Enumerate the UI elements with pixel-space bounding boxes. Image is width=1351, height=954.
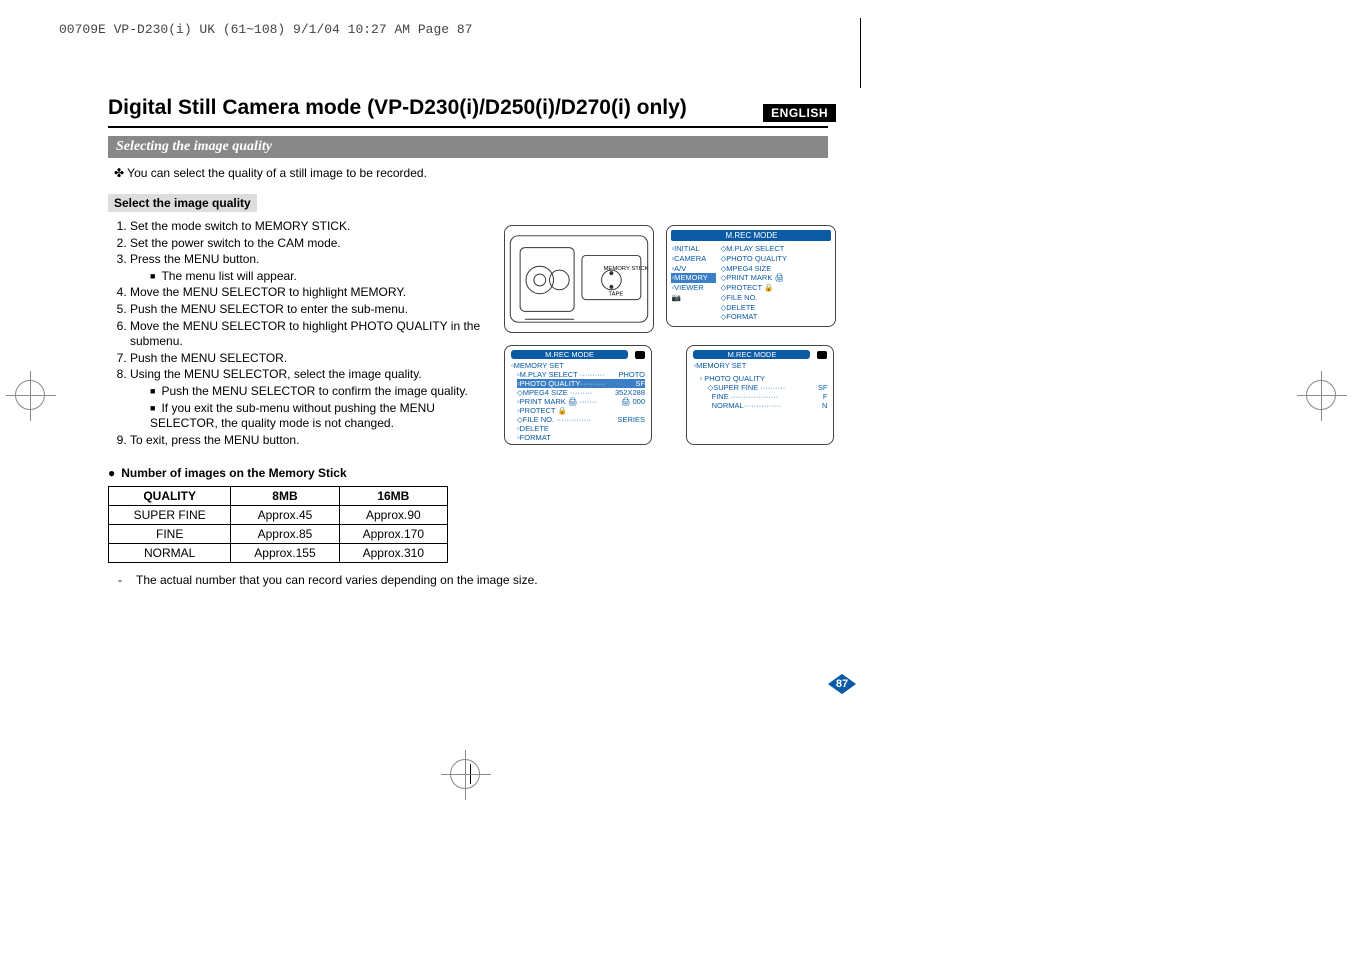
osd2-row4: ▫PRINT MARK 🖨 ·······🖨 000 — [517, 397, 645, 406]
osd1-right-7: ◇DELETE — [720, 303, 787, 313]
sub-heading: Select the image quality — [108, 194, 257, 212]
registration-mark-bottom — [440, 749, 490, 799]
quality-table: QUALITY 8MB 16MB SUPER FINE Approx.45 Ap… — [108, 486, 448, 563]
osd1-left-5: ▫VIEWER — [671, 283, 716, 293]
cell-r2c2: Approx.85 — [231, 525, 339, 544]
cell-r3c2: Approx.155 — [231, 544, 339, 563]
table-caption: Number of images on the Memory Stick — [108, 466, 858, 480]
footnote: The actual number that you can record va… — [118, 573, 858, 587]
cell-r1c2: Approx.45 — [231, 506, 339, 525]
cell-r2c3: Approx.170 — [339, 525, 447, 544]
step-8-text: Using the MENU SELECTOR, select the imag… — [130, 367, 422, 381]
osd2-row2-highlight: ▫PHOTO QUALITY··········SF — [517, 379, 645, 388]
osd1-right-6: ◇FILE NO. — [720, 293, 787, 303]
osd2-row5: ▫PROTECT 🔒 — [517, 406, 645, 415]
card-icon-2 — [817, 351, 827, 359]
registration-mark-left — [5, 370, 55, 420]
th-8mb: 8MB — [231, 487, 339, 506]
step-3-text: Press the MENU button. — [130, 252, 259, 266]
osd1-title: M.REC MODE — [671, 230, 831, 241]
card-icon — [635, 351, 645, 359]
cell-r2c1: FINE — [109, 525, 231, 544]
osd1-left-4-highlight: ▫MEMORY — [671, 273, 716, 283]
osd1-left-1: ▫INITIAL — [671, 244, 716, 254]
camera-illustration: MEMORY STICK TAPE — [504, 225, 654, 333]
osd1-right-4: ◇PRINT MARK 🖨 — [720, 273, 787, 283]
intro-text: ✤ You can select the quality of a still … — [114, 166, 858, 180]
cell-r3c3: Approx.310 — [339, 544, 447, 563]
th-16mb: 16MB — [339, 487, 447, 506]
osd1-right-8: ◇FORMAT — [720, 312, 787, 322]
osd-panel-2: M.REC MODE ▫MEMORY SET ▫M.PLAY SELECT ··… — [504, 345, 652, 445]
section-banner: Selecting the image quality — [108, 136, 828, 158]
svg-text:MEMORY STICK: MEMORY STICK — [604, 266, 649, 272]
osd2-row6: ◇FILE NO. ··············SERIES — [517, 415, 645, 424]
file-header: 00709E VP-D230(i) UK (61~108) 9/1/04 10:… — [55, 20, 476, 39]
osd1-left-2: ▫CAMERA — [671, 254, 716, 264]
osd-panel-3: M.REC MODE ▫MEMORY SET ▫ PHOTO QUALITY ◇… — [686, 345, 834, 445]
document-title: Digital Still Camera mode (VP-D230(i)/D2… — [108, 96, 828, 128]
osd3-heading: ▫ PHOTO QUALITY — [699, 374, 827, 383]
page-number: 87 — [828, 674, 856, 694]
osd2-row1: ▫M.PLAY SELECT ··········PHOTO — [517, 370, 645, 379]
osd3-row3: NORMAL···············N — [707, 401, 827, 410]
osd3-title: M.REC MODE — [693, 350, 810, 359]
crop-mark-top — [860, 18, 861, 88]
step-6: Move the MENU SELECTOR to highlight PHOT… — [130, 319, 510, 350]
osd3-subtitle: ▫MEMORY SET — [693, 361, 827, 370]
osd2-row8: ▫FORMAT — [517, 433, 645, 442]
osd2-subtitle: ▫MEMORY SET — [511, 361, 645, 370]
osd3-row1: ◇SUPER FINE ··········SF — [707, 383, 827, 392]
step-8b: If you exit the sub-menu without pushing… — [150, 401, 470, 432]
th-quality: QUALITY — [109, 487, 231, 506]
svg-text:TAPE: TAPE — [608, 292, 623, 298]
osd2-row3: ◇MPEG4 SIZE ·········352X288 — [517, 388, 645, 397]
registration-mark-right — [1296, 370, 1346, 420]
osd1-left-3: ▫A/V — [671, 264, 716, 274]
osd1-camera-icon: 📷 — [671, 293, 716, 303]
cell-r1c1: SUPER FINE — [109, 506, 231, 525]
osd1-right-2: ◇PHOTO QUALITY — [720, 254, 787, 264]
figures-area: MEMORY STICK TAPE M.REC MODE ▫INITIAL ▫C… — [504, 225, 864, 445]
osd1-right-1: ◇M.PLAY SELECT — [720, 244, 787, 254]
cell-r1c3: Approx.90 — [339, 506, 447, 525]
osd3-row2: FINE ···················F — [707, 392, 827, 401]
osd1-right-3: ◇MPEG4 SIZE — [720, 264, 787, 274]
cell-r3c1: NORMAL — [109, 544, 231, 563]
osd2-title: M.REC MODE — [511, 350, 628, 359]
osd2-row7: ▫DELETE — [517, 424, 645, 433]
osd-panel-1: M.REC MODE ▫INITIAL ▫CAMERA ▫A/V ▫MEMORY… — [666, 225, 836, 327]
osd1-right-5: ◇PROTECT 🔒 — [720, 283, 787, 293]
